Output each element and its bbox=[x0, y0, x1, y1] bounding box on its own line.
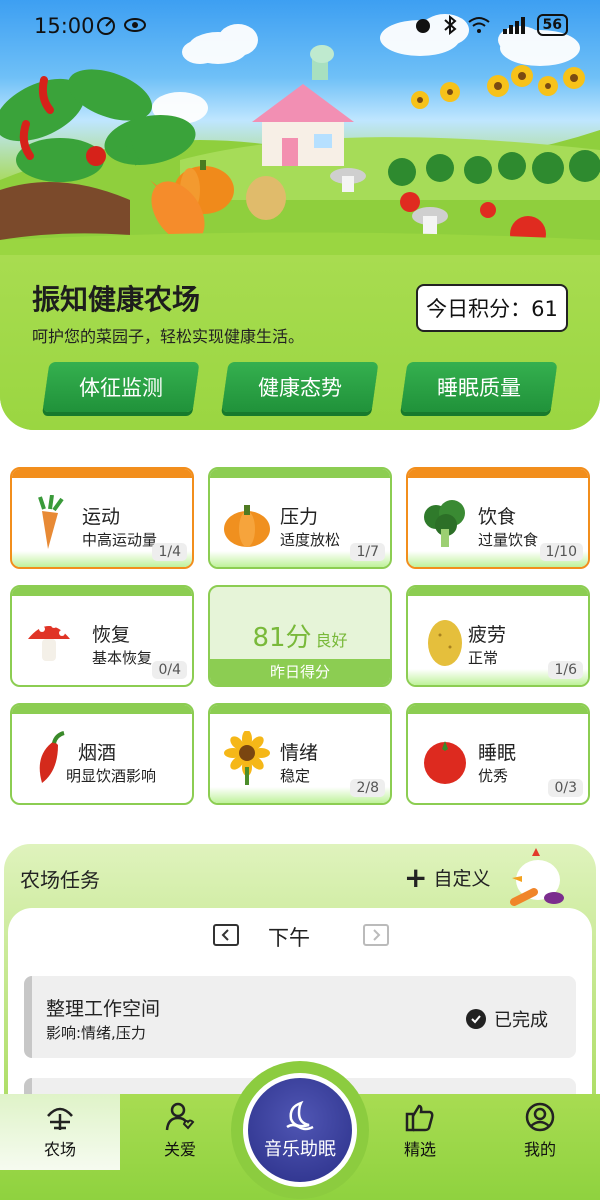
diet-card[interactable]: 饮食 过量饮食 1/10 bbox=[406, 467, 590, 569]
status-left-icons bbox=[95, 14, 147, 36]
pumpkin-icon bbox=[224, 505, 270, 547]
nav-label: 农场 bbox=[43, 1140, 76, 1159]
card-badge: 1/10 bbox=[539, 543, 583, 561]
smoke-alcohol-card[interactable]: 烟酒 明显饮酒影响 bbox=[10, 703, 194, 805]
card-subtitle: 正常 bbox=[468, 649, 499, 667]
custom-task-label: 自定义 bbox=[433, 868, 491, 890]
tasks-title: 农场任务 bbox=[20, 868, 100, 892]
mood-card[interactable]: 情绪 稳定 2/8 bbox=[208, 703, 392, 805]
nav-profile[interactable]: 我的 bbox=[480, 1094, 600, 1170]
sleep-card[interactable]: 睡眠 优秀 0/3 bbox=[406, 703, 590, 805]
sunflower-icon bbox=[224, 731, 270, 785]
health-trend-label: 健康态势 bbox=[258, 376, 342, 400]
task-status-label: 已完成 bbox=[494, 1010, 548, 1031]
chevron-left-icon bbox=[221, 929, 229, 941]
vital-signs-button[interactable]: 体征监测 bbox=[42, 362, 200, 412]
broccoli-icon bbox=[424, 500, 465, 547]
nav-farm[interactable]: 农场 bbox=[0, 1094, 120, 1170]
fab-label: 音乐助眠 bbox=[264, 1139, 336, 1160]
potato-icon bbox=[428, 620, 462, 666]
card-title: 睡眠 bbox=[478, 742, 517, 764]
card-title: 压力 bbox=[280, 506, 319, 528]
yesterday-score-card[interactable]: 81分 良好 昨日得分 bbox=[208, 585, 392, 687]
task-status: 已完成 bbox=[466, 1006, 548, 1032]
status-bar: 15:00 56 bbox=[0, 0, 600, 52]
speedometer-icon bbox=[97, 17, 115, 35]
card-subtitle: 中高运动量 bbox=[82, 531, 158, 549]
stress-card[interactable]: 压力 适度放松 1/7 bbox=[208, 467, 392, 569]
card-badge: 2/8 bbox=[350, 779, 385, 797]
score-level: 良好 bbox=[315, 631, 348, 650]
task-impact: 影响:情绪,压力 bbox=[46, 1024, 146, 1042]
tomato-icon bbox=[424, 741, 466, 784]
nav-featured[interactable]: 精选 bbox=[360, 1094, 480, 1170]
farm-title: 振知健康农场 bbox=[32, 283, 201, 316]
nav-care[interactable]: 关爱 bbox=[120, 1094, 240, 1170]
card-title: 疲劳 bbox=[468, 624, 507, 646]
card-title: 运动 bbox=[82, 506, 121, 528]
card-subtitle: 稳定 bbox=[280, 767, 311, 785]
card-subtitle: 基本恢复 bbox=[92, 649, 153, 667]
nav-label: 精选 bbox=[403, 1140, 436, 1159]
card-title: 恢复 bbox=[92, 624, 131, 646]
today-score-box: 今日积分：61 bbox=[416, 284, 568, 332]
card-title: 情绪 bbox=[280, 742, 319, 764]
card-subtitle: 明显饮酒影响 bbox=[66, 767, 157, 785]
profile-icon bbox=[525, 1102, 555, 1132]
prev-period-button[interactable] bbox=[213, 924, 239, 946]
exercise-card[interactable]: 运动 中高运动量 1/4 bbox=[10, 467, 194, 569]
sleep-quality-label: 睡眠质量 bbox=[437, 376, 521, 400]
nav-label: 关爱 bbox=[163, 1140, 196, 1159]
custom-task-button[interactable]: + 自定义 bbox=[404, 860, 491, 894]
farm-home-page: 15:00 56 振知健康农场 呵护您的菜园子，轻松实现健康生活。 今日积分：6… bbox=[0, 0, 600, 1200]
sleep-quality-button[interactable]: 睡眠质量 bbox=[400, 362, 558, 412]
card-badge: 0/3 bbox=[548, 779, 583, 797]
chevron-right-icon bbox=[373, 929, 381, 941]
signal-icon bbox=[502, 17, 525, 34]
chicken-icon bbox=[510, 848, 564, 906]
mushroom-icon bbox=[28, 622, 70, 661]
moon-wave-icon bbox=[286, 1100, 314, 1131]
card-title: 烟酒 bbox=[78, 742, 117, 764]
card-badge: 0/4 bbox=[152, 661, 187, 679]
carrot-icon bbox=[38, 495, 64, 549]
card-subtitle: 适度放松 bbox=[280, 531, 341, 549]
bluetooth-icon bbox=[443, 15, 457, 35]
check-icon bbox=[466, 1009, 486, 1029]
vital-signs-label: 体征监测 bbox=[79, 376, 163, 400]
alarm-icon bbox=[415, 19, 430, 33]
period-label: 下午 bbox=[268, 926, 310, 950]
farm-icon bbox=[47, 1107, 73, 1130]
wifi-icon bbox=[467, 17, 490, 33]
nav-label: 我的 bbox=[523, 1140, 556, 1159]
task-name: 整理工作空间 bbox=[46, 998, 161, 1020]
thumbs-up-icon bbox=[405, 1104, 434, 1132]
battery-indicator: 56 bbox=[536, 14, 568, 36]
card-title: 饮食 bbox=[478, 506, 517, 528]
health-trend-button[interactable]: 健康态势 bbox=[221, 362, 379, 412]
task-item[interactable]: 整理工作空间 影响:情绪,压力 已完成 bbox=[24, 976, 576, 1058]
music-sleep-button[interactable]: 音乐助眠 bbox=[243, 1073, 357, 1187]
score-label: 昨日得分 bbox=[210, 659, 390, 685]
score-number: 81分 bbox=[252, 623, 312, 653]
card-badge: 1/4 bbox=[152, 543, 187, 561]
card-badge: 1/7 bbox=[350, 543, 385, 561]
card-subtitle: 过量饮食 bbox=[478, 531, 539, 549]
next-period-button[interactable] bbox=[363, 924, 389, 946]
fatigue-card[interactable]: 疲劳 正常 1/6 bbox=[406, 585, 590, 687]
status-time: 15:00 bbox=[34, 14, 95, 38]
recovery-card[interactable]: 恢复 基本恢复 0/4 bbox=[10, 585, 194, 687]
farm-subtitle: 呵护您的菜园子，轻松实现健康生活。 bbox=[32, 327, 305, 346]
plus-icon: + bbox=[404, 860, 428, 894]
care-icon bbox=[165, 1102, 195, 1131]
score-value: 81分 良好 bbox=[210, 617, 390, 654]
card-badge: 1/6 bbox=[548, 661, 583, 679]
card-subtitle: 优秀 bbox=[478, 767, 509, 785]
status-right-icons: 56 bbox=[413, 14, 568, 36]
eye-icon bbox=[124, 18, 146, 32]
